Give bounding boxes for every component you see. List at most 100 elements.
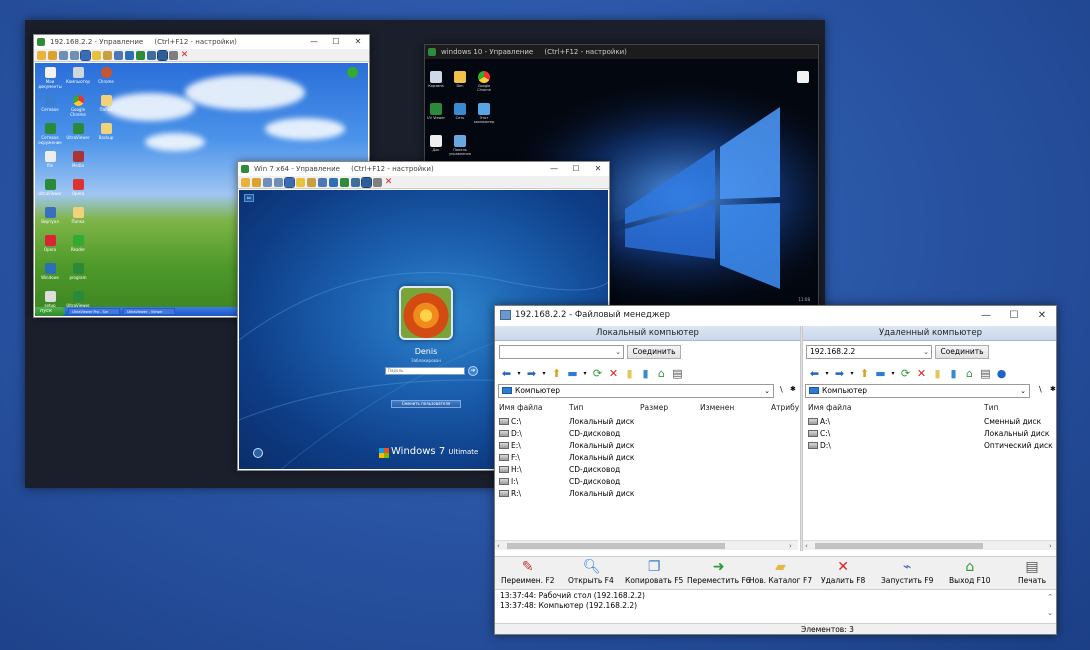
viewer-icon[interactable]: UV Viewer xyxy=(425,103,449,120)
list-item[interactable]: E:\ Локальный диск xyxy=(499,440,649,452)
chevron-down-icon[interactable]: ⌄ xyxy=(615,346,621,358)
chevron-down-icon[interactable]: ⌄ xyxy=(1020,385,1026,397)
chevron-down-icon[interactable]: ⌄ xyxy=(764,385,770,397)
desktop-icon[interactable]: Windows xyxy=(35,263,65,280)
monitor-icon[interactable] xyxy=(318,177,327,187)
desktop-icon[interactable]: Media xyxy=(63,151,93,168)
desktop-icon[interactable]: Папка xyxy=(63,207,93,224)
local-path-combo[interactable]: Компьютер ⌄ xyxy=(498,384,774,398)
list-item[interactable]: F:\ Локальный диск xyxy=(499,452,649,464)
back-icon[interactable]: ⬅ xyxy=(809,368,820,379)
zoom-out-icon[interactable] xyxy=(70,50,79,60)
column-name[interactable]: Имя файла xyxy=(499,401,542,414)
operation-log[interactable]: 13:37:44: Рабочий стол (192.168.2.2) 13:… xyxy=(498,591,1056,623)
file-manager-window[interactable]: 192.168.2.2 - Файловый менеджер — ☐ ✕ Ло… xyxy=(494,305,1057,635)
desktop-icon[interactable]: Opera xyxy=(35,235,65,252)
back-icon[interactable]: ⬅ xyxy=(501,368,512,379)
column-attributes[interactable]: Атрибу xyxy=(771,401,799,414)
local-root-button[interactable]: \ xyxy=(780,385,783,394)
fit-screen-icon[interactable] xyxy=(80,49,91,61)
desktop-icon[interactable]: Сетевое окружение xyxy=(35,123,65,145)
up-folder-icon[interactable]: ⬆ xyxy=(859,368,870,379)
refresh-icon[interactable] xyxy=(340,177,349,187)
list-item[interactable]: D:\ Оптический диск xyxy=(808,440,1056,452)
computer-icon[interactable]: ▬ xyxy=(567,368,578,379)
local-address-combo[interactable]: ⌄ xyxy=(499,345,624,359)
desktop-icon[interactable]: UltraViewer xyxy=(35,179,65,196)
pin-icon[interactable] xyxy=(373,177,382,187)
win10-titlebar[interactable]: windows 10 - Управление (Ctrl+F12 - наст… xyxy=(425,45,818,59)
chrome-icon[interactable]: Google Chrome xyxy=(471,71,497,92)
remote-address-combo[interactable]: 192.168.2.2 ⌄ xyxy=(806,345,932,359)
desktop-icon[interactable]: UltraViewer xyxy=(63,291,93,308)
close-button[interactable]: ✕ xyxy=(587,162,609,176)
file-icon[interactable] xyxy=(790,71,816,84)
disconnect-icon[interactable]: ✕ xyxy=(384,177,393,187)
properties-icon[interactable]: ▮ xyxy=(948,368,959,379)
desktop-icon[interactable]: Мои документы xyxy=(35,67,65,89)
column-modified[interactable]: Изменен xyxy=(700,401,734,414)
network-icon[interactable]: Сеть xyxy=(447,103,473,120)
folder-icon[interactable]: ▮ xyxy=(624,368,635,379)
switch-user-button[interactable]: Сменить пользователя xyxy=(391,400,461,408)
desktop-icon[interactable]: Google Chrome xyxy=(63,95,93,117)
taskbar-item[interactable]: UltraViewer Pro - Ser xyxy=(68,308,120,315)
list-item[interactable]: I:\ CD-дисковод xyxy=(499,476,649,488)
computer-icon[interactable]: Этот компьютер xyxy=(471,103,497,124)
disconnect-icon[interactable]: ✕ xyxy=(180,50,189,60)
cursor-icon[interactable] xyxy=(37,50,46,60)
mouse-icon[interactable] xyxy=(92,50,101,60)
move-button[interactable]: ➜ Переместить F6 xyxy=(687,559,751,585)
print-icon[interactable]: ▤ xyxy=(672,368,683,379)
rename-button[interactable]: ✎ Переимен. F2 xyxy=(501,559,555,585)
pane-splitter[interactable] xyxy=(800,326,803,551)
home-icon[interactable]: ⌂ xyxy=(964,368,975,379)
delete-icon[interactable]: ✕ xyxy=(916,368,927,379)
desktop-icon[interactable]: program xyxy=(63,263,93,280)
desktop-icon[interactable]: Reader xyxy=(63,235,93,252)
list-item[interactable]: C:\ Локальный диск xyxy=(499,416,649,428)
desktop-icon[interactable]: Виртуал xyxy=(35,207,65,224)
desktop-icon[interactable]: Backup xyxy=(91,123,121,140)
taskbar-item[interactable]: UltraViewer - Viewer xyxy=(123,308,175,315)
fullscreen-icon[interactable] xyxy=(157,49,168,61)
delete-icon[interactable]: ✕ xyxy=(608,368,619,379)
minimize-button[interactable]: — xyxy=(543,162,565,176)
refresh-icon[interactable]: ⟳ xyxy=(592,368,603,379)
remote-root-button[interactable]: \ xyxy=(1039,385,1042,394)
remote-path-combo[interactable]: Компьютер ⌄ xyxy=(805,384,1030,398)
clipboard-icon[interactable] xyxy=(103,50,112,60)
column-name[interactable]: Имя файла xyxy=(808,401,851,414)
remote-horizontal-scrollbar[interactable]: ‹ › xyxy=(803,540,1056,550)
run-button[interactable]: ⌁ Запустить F9 xyxy=(881,559,933,585)
list-item[interactable]: D:\ CD-дисковод xyxy=(499,428,649,440)
close-button[interactable]: ✕ xyxy=(347,35,369,49)
exit-button[interactable]: ⌂ Выход F10 xyxy=(949,559,991,585)
zoom-in-icon[interactable] xyxy=(59,50,68,60)
maximize-button[interactable]: ☐ xyxy=(565,162,587,176)
user-folder-icon[interactable]: Den xyxy=(447,71,473,88)
column-type[interactable]: Тип xyxy=(984,401,998,414)
user-icon[interactable]: ● xyxy=(996,368,1007,379)
forward-icon[interactable]: ➡ xyxy=(526,368,537,379)
up-folder-icon[interactable]: ⬆ xyxy=(551,368,562,379)
desktop-icon[interactable]: UltraViewer xyxy=(63,123,93,140)
column-size[interactable]: Размер xyxy=(640,401,668,414)
pin-icon[interactable] xyxy=(169,50,178,60)
print-icon[interactable]: ▤ xyxy=(980,368,991,379)
win7-titlebar[interactable]: Win 7 x64 - Управление (Ctrl+F12 - настр… xyxy=(238,162,609,176)
close-button[interactable]: ✕ xyxy=(1028,306,1056,325)
print-button[interactable]: ▤ Печать xyxy=(1018,559,1046,585)
cursor-icon[interactable] xyxy=(241,177,250,187)
refresh-icon[interactable] xyxy=(136,50,145,60)
clipboard-icon[interactable] xyxy=(307,177,316,187)
fit-screen-icon[interactable] xyxy=(284,176,295,188)
delete-button[interactable]: ✕ Удалить F8 xyxy=(821,559,865,585)
local-star-button[interactable]: ✱ xyxy=(790,385,796,393)
minimize-button[interactable]: — xyxy=(303,35,325,49)
maximize-button[interactable]: ☐ xyxy=(325,35,347,49)
home-icon[interactable]: ⌂ xyxy=(656,368,667,379)
zoom-in-icon[interactable] xyxy=(263,177,272,187)
settings-icon[interactable] xyxy=(351,177,360,187)
log-scroll-up[interactable]: ⌃ xyxy=(1047,593,1053,601)
